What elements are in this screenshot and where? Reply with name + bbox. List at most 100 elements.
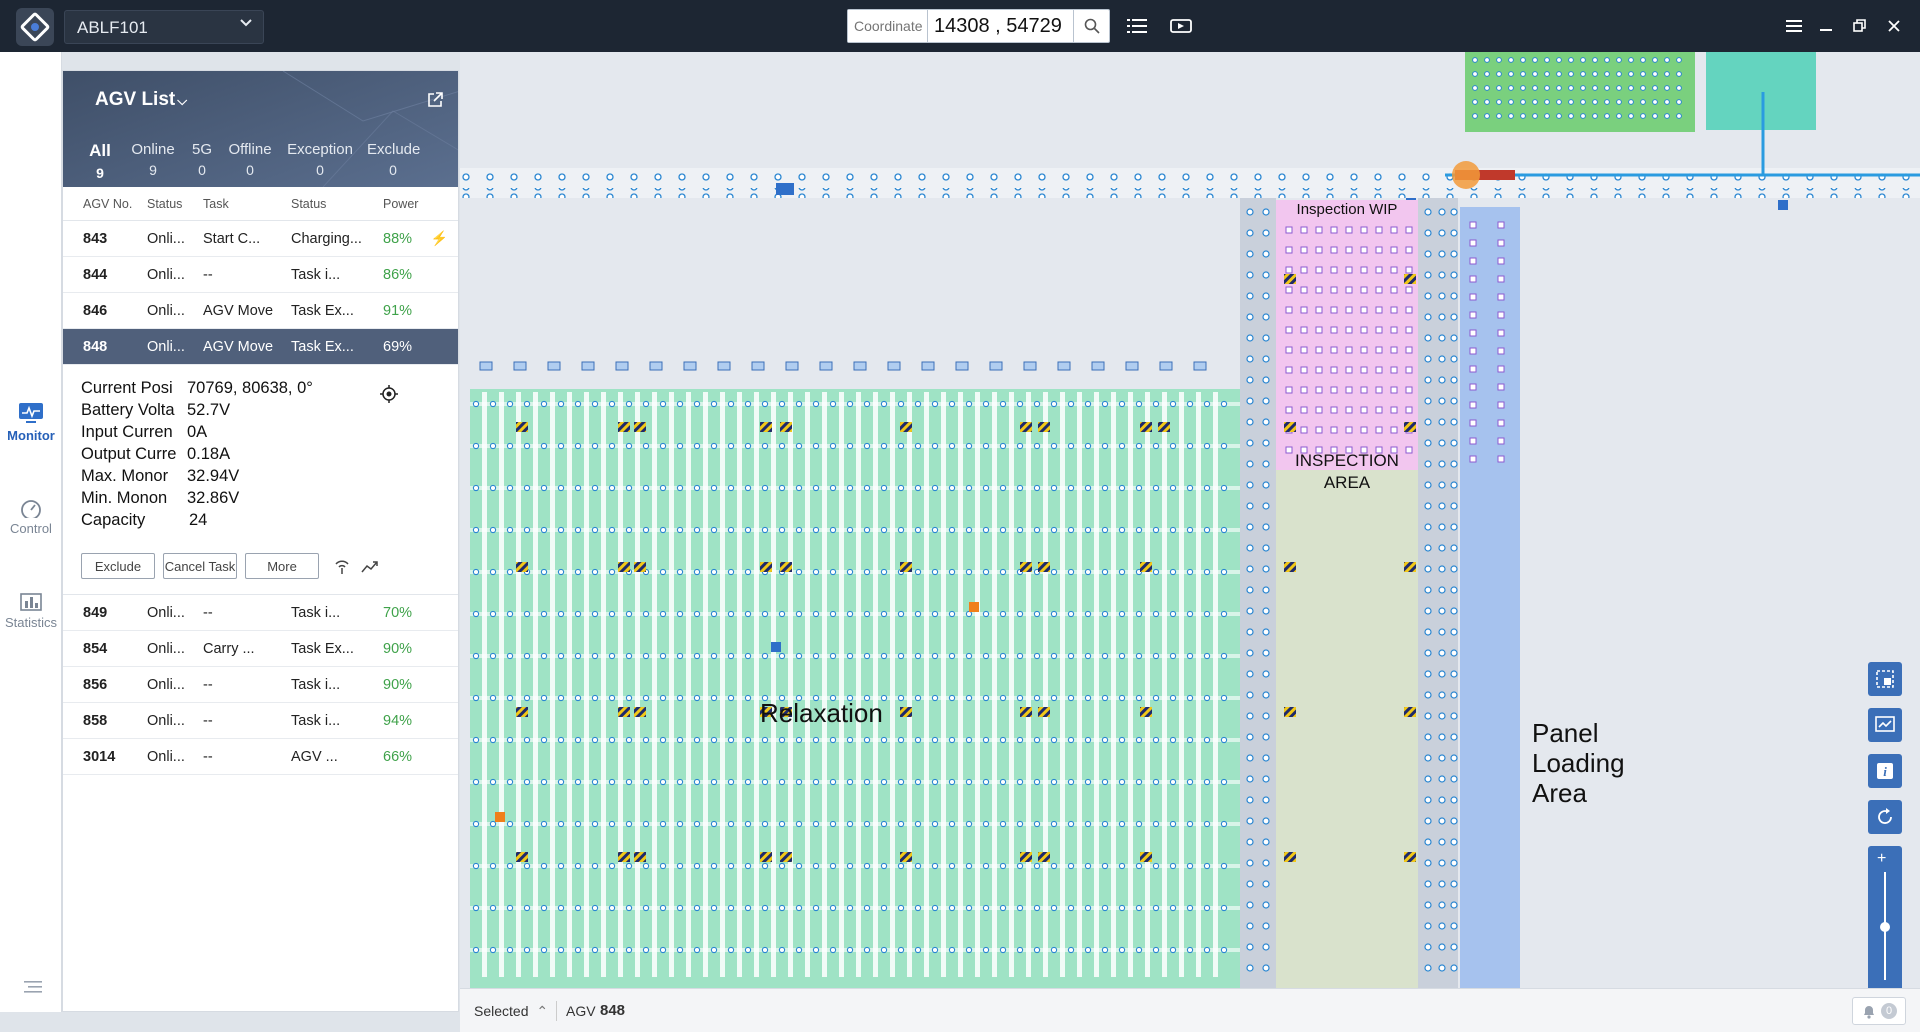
wip-point (1285, 346, 1293, 354)
hazard-marker (618, 852, 630, 862)
column-header[interactable]: Power (383, 197, 433, 211)
zone-point (1532, 85, 1538, 91)
detail-label: Capacity (81, 511, 146, 529)
nav-statistics[interactable]: Statistics (0, 592, 62, 630)
more-button[interactable]: More (245, 553, 319, 579)
detail-actions: Exclude Cancel Task More (81, 553, 379, 579)
zoom-handle[interactable] (1880, 922, 1890, 932)
lane-point (523, 610, 531, 618)
agv-marker[interactable] (969, 602, 979, 612)
agv-detail-panel: Current Posi 70769, 80638, 0° Battery Vol… (63, 365, 458, 595)
alarm-badge[interactable]: 0 (1852, 997, 1906, 1025)
factory-map[interactable]: Inspection WIP INSPECTION AREA Panel Loa… (460, 52, 1920, 988)
info-icon: i (1877, 763, 1893, 779)
lane-point (1033, 778, 1041, 786)
table-row[interactable]: 849 Onli... -- Task i... 70% (63, 595, 458, 631)
search-button[interactable] (1073, 10, 1109, 42)
menu-button[interactable] (1782, 14, 1806, 38)
agv-marker[interactable] (495, 812, 505, 822)
nav-control[interactable]: Control (0, 498, 62, 536)
site-select[interactable]: ABLF101 (64, 10, 264, 44)
zoom-slider[interactable]: + − (1868, 846, 1902, 988)
zone-point (1676, 99, 1682, 105)
wip-point (1300, 386, 1308, 394)
tab-exception[interactable]: Exception 0 (287, 141, 353, 181)
aisle-point (1424, 229, 1432, 237)
tab-all[interactable]: All 9 (85, 141, 115, 181)
nav-monitor[interactable]: Monitor (0, 402, 62, 443)
aisle-point (1246, 376, 1254, 384)
wip-point (1330, 426, 1338, 434)
list-view-button[interactable] (1122, 12, 1152, 40)
agv-marker[interactable] (1778, 200, 1788, 210)
lane-point (761, 526, 769, 534)
table-row[interactable]: 843 Onli... Start C... Charging... 88% ⚡ (63, 221, 458, 257)
loading-point (1469, 275, 1477, 283)
table-row[interactable]: 858 Onli... -- Task i... 94% (63, 703, 458, 739)
select-area-button[interactable] (1868, 662, 1902, 696)
tab-offline[interactable]: Offline 0 (227, 141, 273, 181)
lane-point (880, 904, 888, 912)
hazard-marker (516, 422, 528, 432)
collapse-menu-button[interactable] (24, 980, 42, 994)
lane-point (574, 568, 582, 576)
aisle-point (1262, 880, 1270, 888)
aisle-point (1450, 817, 1458, 825)
agv-list-title[interactable]: AGV List ⌵ (95, 89, 187, 111)
exclude-button[interactable]: Exclude (81, 553, 155, 579)
detail-value: 70769, 80638, 0° (187, 379, 313, 397)
lane-point (880, 652, 888, 660)
agv-power: 90% (383, 676, 413, 693)
restore-button[interactable] (1848, 14, 1872, 38)
aisle-point (1262, 607, 1270, 615)
lane-column (907, 392, 912, 977)
minimize-button[interactable] (1815, 14, 1839, 38)
zone-point (1664, 113, 1670, 119)
map-canvas[interactable]: Inspection WIP INSPECTION AREA Panel Loa… (460, 52, 1920, 988)
wip-point (1285, 246, 1293, 254)
trend-chart-icon[interactable] (361, 558, 379, 574)
signal-icon[interactable] (333, 558, 351, 574)
zone-point (1664, 85, 1670, 91)
video-record-button[interactable] (1166, 12, 1196, 40)
lane-point (812, 526, 820, 534)
selected-toggle[interactable]: Selected ⌃ (474, 1003, 548, 1020)
lane-point (829, 442, 837, 450)
table-row[interactable]: 3014 Onli... -- AGV ... 66% (63, 739, 458, 775)
lane-point (1084, 400, 1092, 408)
tab-online[interactable]: Online 9 (129, 141, 177, 181)
locate-target-icon[interactable] (380, 385, 398, 403)
table-row[interactable]: 846 Onli... AGV Move Task Ex... 91% (63, 293, 458, 329)
coordinate-input[interactable]: 14308 , 54729 (928, 15, 1073, 38)
table-row[interactable]: 844 Onli... -- Task i... 86% (63, 257, 458, 293)
aisle-point (1424, 481, 1432, 489)
tab-exclude[interactable]: Exclude 0 (367, 141, 420, 181)
agv-848-marker[interactable] (1452, 161, 1480, 189)
lane-point (642, 820, 650, 828)
table-row[interactable]: 856 Onli... -- Task i... 90% (63, 667, 458, 703)
close-button[interactable] (1882, 14, 1906, 38)
lane-point (795, 820, 803, 828)
refresh-button[interactable] (1868, 800, 1902, 834)
column-header[interactable]: Status (291, 197, 383, 211)
zone-point (1508, 71, 1514, 77)
zoom-in-icon[interactable]: + (1877, 850, 1886, 868)
lane-point (1101, 820, 1109, 828)
map-layer-button[interactable] (1868, 708, 1902, 742)
agv-marker[interactable] (771, 642, 781, 652)
table-row[interactable]: 854 Onli... Carry ... Task Ex... 90% (63, 631, 458, 667)
export-icon[interactable] (426, 91, 444, 109)
agv-task-status: Task i... (291, 266, 341, 283)
aisle-point (1450, 775, 1458, 783)
table-row-selected[interactable]: 848 Onli... AGV Move Task Ex... 69% (63, 329, 458, 365)
aisle-point (1424, 250, 1432, 258)
cancel-task-button[interactable]: Cancel Task (163, 553, 237, 579)
agv-marker[interactable] (776, 183, 794, 195)
coordinate-type-field[interactable] (848, 10, 928, 42)
column-header[interactable]: Status (147, 197, 203, 211)
hazard-marker (634, 422, 646, 432)
column-header[interactable]: Task (203, 197, 291, 211)
info-button[interactable]: i (1868, 754, 1902, 788)
column-header[interactable]: AGV No. (83, 197, 147, 211)
tab-5g[interactable]: 5G 0 (191, 141, 213, 181)
